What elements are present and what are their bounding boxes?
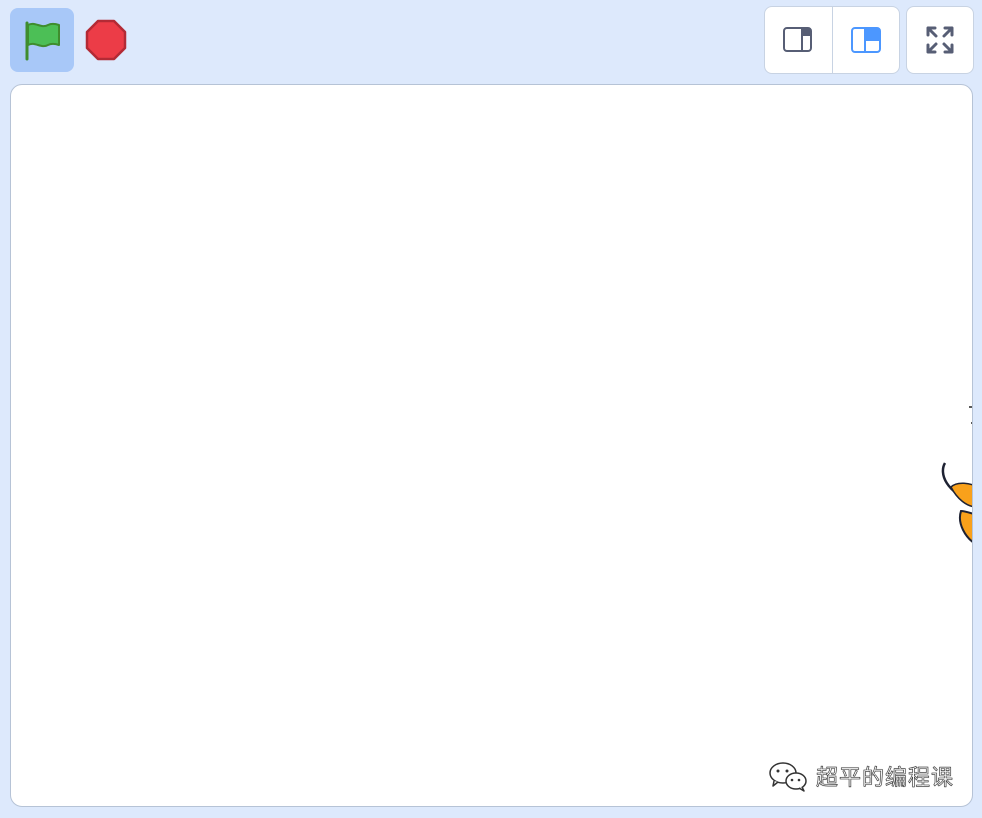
large-stage-button[interactable] — [831, 7, 900, 73]
stop-button[interactable] — [82, 16, 130, 64]
green-flag-button[interactable] — [10, 8, 74, 72]
stage-area: 超平的编程课 — [0, 0, 982, 818]
fullscreen-icon — [926, 26, 954, 54]
stage-canvas[interactable]: 超平的编程课 — [10, 84, 973, 807]
fullscreen-button[interactable] — [906, 6, 974, 74]
green-flag-icon — [25, 21, 60, 61]
watermark-text: 超平的编程课 — [815, 766, 954, 792]
wechat-icon — [769, 762, 807, 792]
stop-sign-icon — [85, 19, 127, 61]
large-stage-icon — [850, 27, 881, 53]
watermark: 超平的编程课 — [768, 760, 954, 792]
sprite — [941, 406, 972, 543]
small-stage-icon — [783, 27, 813, 52]
stage-size-toggle — [764, 6, 900, 74]
small-stage-button[interactable] — [765, 7, 832, 73]
